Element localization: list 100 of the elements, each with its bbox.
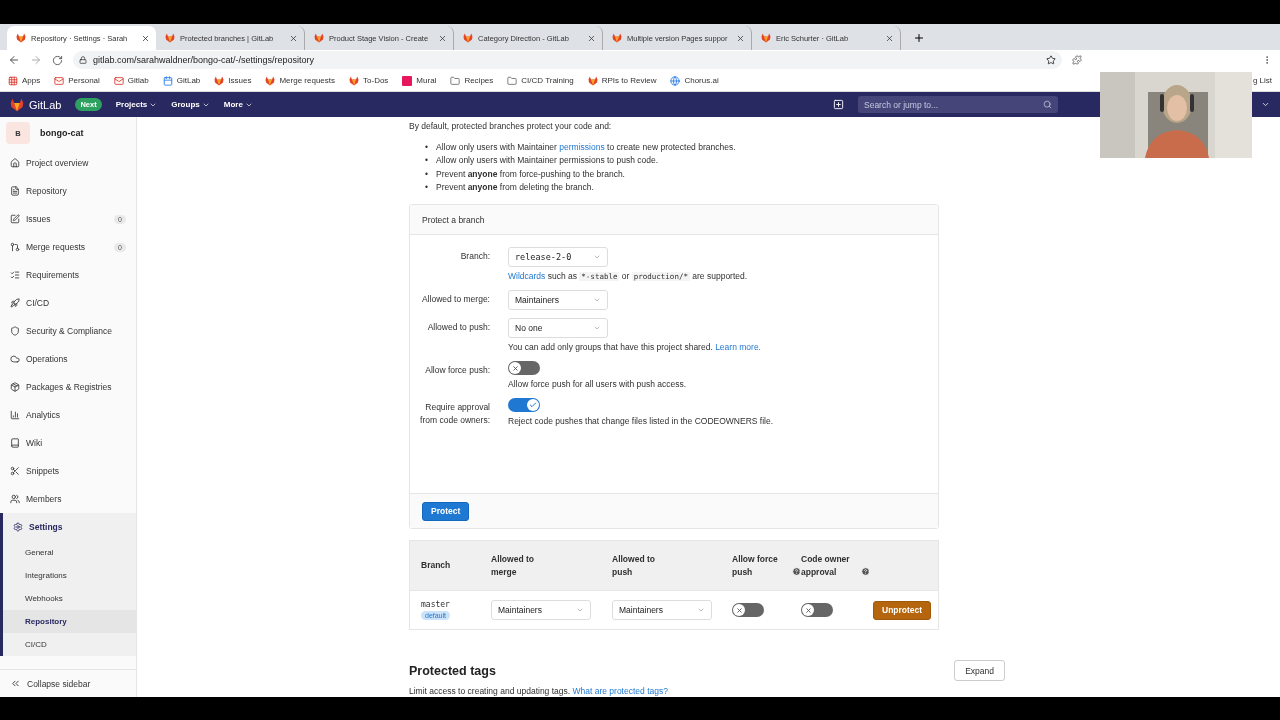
sidebar-subitem[interactable]: Repository [3,610,136,633]
field-label: Branch: [459,250,490,264]
bookmark[interactable]: Merge requests [265,75,335,86]
toggle-switch[interactable] [508,361,540,376]
bullet-text: Allow only users with Maintainer permissions to create new protected branches. [436,141,736,154]
bookmark[interactable]: GitLab [162,75,201,86]
mail-icon [54,75,65,86]
checklist-icon [10,270,20,280]
toggle-switch[interactable] [508,398,540,413]
fox-logo-icon [16,33,26,43]
help-link[interactable]: Wildcards [508,271,546,282]
help-icon[interactable] [861,567,870,577]
column-header: Code owner approval [801,553,851,579]
sidebar-subitem[interactable]: General [3,541,136,564]
help-link[interactable]: What are protected tags? [572,686,668,697]
new-item-icon[interactable] [833,99,844,110]
close-icon[interactable] [587,33,596,43]
sidebar-item[interactable]: Wiki [0,429,136,457]
bookmark[interactable]: To-Dos [349,75,389,86]
sidebar-item[interactable]: Project overview [0,149,136,177]
toggle-switch[interactable] [801,603,833,618]
scissors-icon [10,466,20,476]
search-field[interactable]: Search or jump to... [858,96,1058,113]
sidebar-item[interactable]: Repository [0,177,136,205]
field-label: Allowed to merge: [420,293,490,307]
lock-icon [79,56,87,64]
help-icon[interactable] [792,567,801,577]
sidebar-item[interactable]: Analytics [0,401,136,429]
bullet-marker: • [425,141,428,154]
bookmark[interactable]: Gitlab [113,75,149,86]
section-description: Limit access to creating and updating tags. What are protected tags? [409,685,669,698]
x-icon [511,364,519,372]
bookmark[interactable]: Mural [402,75,437,86]
folder-icon [507,75,518,86]
caret-icon[interactable] [1261,100,1270,109]
sidebar-subitem[interactable]: Webhooks [3,587,136,610]
sidebar-item[interactable]: CI/CD [0,289,136,317]
protect-button[interactable]: Protect [422,501,470,521]
close-icon[interactable] [289,33,298,43]
fox-logo-icon [349,75,359,86]
nav-menu[interactable]: Projects [115,100,158,109]
back-icon[interactable] [8,54,20,66]
select-field[interactable]: Maintainers [612,600,712,621]
panel-title: Protect a branch [422,214,485,225]
sidebar-item[interactable]: Packages & Registries [0,373,136,401]
address-field[interactable]: gitlab.com/sarahwaldner/bongo-cat/-/settings/repository [73,51,1062,69]
sidebar-item[interactable]: Operations [0,345,136,373]
sidebar-subitem[interactable]: CI/CD [3,633,136,656]
bullet-marker: • [425,167,428,181]
check-icon [529,401,537,410]
search-icon [1043,100,1052,109]
bookmark[interactable]: CI/CD Training [507,75,574,86]
fox-logo-icon [761,33,771,43]
close-icon[interactable] [885,33,894,43]
select-field[interactable]: No one [508,318,608,339]
nav-menu[interactable]: Groups [171,100,210,109]
bookmark[interactable]: g List [1252,76,1272,85]
sidebar-item[interactable]: Security & Compliance [0,317,136,345]
reload-icon[interactable] [52,54,63,66]
bookmark[interactable]: Personal [54,75,100,86]
fox-logo-icon [165,33,175,43]
bullet-text: Prevent anyone from deleting the branch. [436,180,594,194]
sidebar-subitem[interactable]: Integrations [3,564,136,587]
expand-button[interactable]: Expand [954,660,1005,682]
close-icon[interactable] [438,33,447,43]
star-icon[interactable] [1046,55,1056,65]
column-header: Allowed to merge [491,553,535,579]
users-icon [10,494,20,504]
bookmark[interactable]: RPIs to Review [587,75,657,86]
extensions-icon[interactable] [1072,55,1082,65]
close-icon[interactable] [736,33,745,43]
globe-icon [670,75,681,86]
settings-icon [13,522,23,532]
new-tab-icon[interactable] [913,32,925,44]
close-icon[interactable] [141,33,150,43]
select-field[interactable]: release-2-0 [508,247,608,268]
bookmark[interactable]: Issues [214,75,252,86]
bookmark[interactable]: Chorus.ai [670,75,719,86]
fox-logo-icon [587,75,598,86]
toggle-switch[interactable] [732,603,764,618]
help-link[interactable]: Learn more. [715,342,761,353]
project-name[interactable]: bongo-cat [40,128,84,138]
sidebar-item[interactable]: Members [0,485,136,513]
sidebar-item[interactable]: Snippets [0,457,136,485]
field-label: Allowed to push: [426,321,490,335]
sidebar-item[interactable]: Requirements [0,261,136,289]
column-header: Allowed to push [612,553,656,579]
field-label: Require approval from code owners: [419,401,490,428]
apps-grid-icon [8,75,18,86]
select-field[interactable]: Maintainers [491,600,591,621]
permissions-link[interactable]: permissions [559,142,605,152]
unprotect-button[interactable]: Unprotect [873,600,932,620]
gitlab-logo[interactable]: GitLab [10,97,62,112]
bookmark[interactable]: Recipes [450,75,494,86]
fox-logo-icon [265,75,276,86]
collapse-sidebar-button[interactable]: Collapse sidebar [0,669,136,697]
select-field[interactable]: Maintainers [508,290,608,311]
bookmark[interactable]: Apps [8,75,41,86]
bullet-marker: • [425,180,428,194]
nav-menu[interactable]: More [223,100,253,109]
